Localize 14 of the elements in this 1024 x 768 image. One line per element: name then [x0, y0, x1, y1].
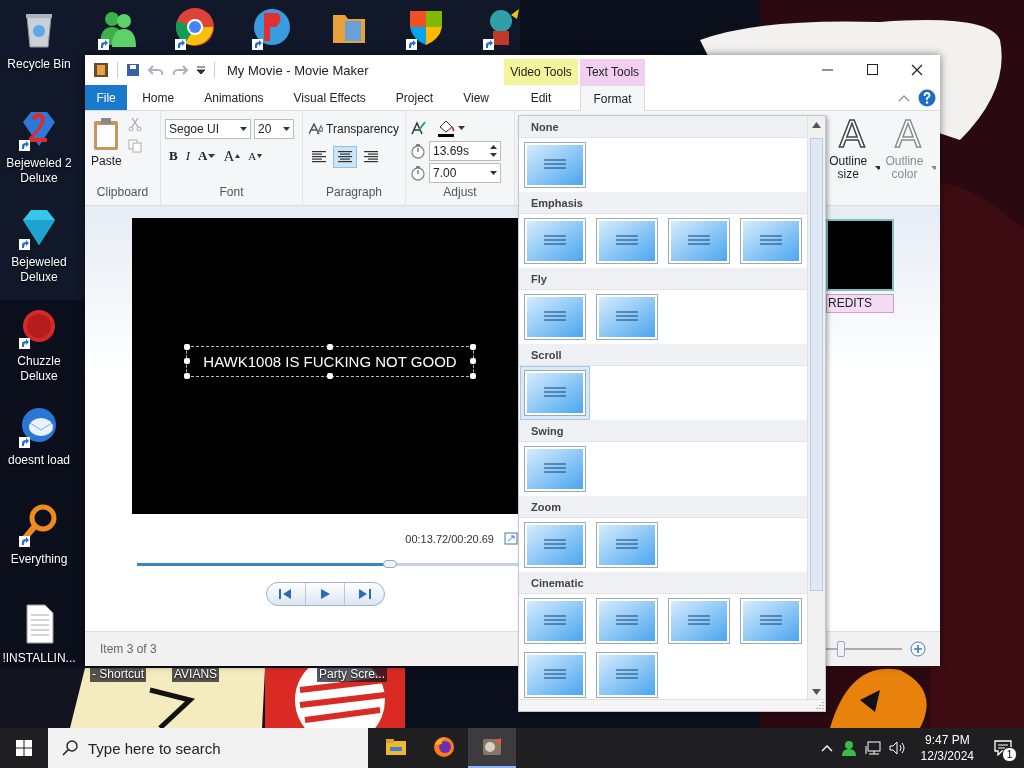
volume-icon[interactable] [888, 740, 907, 756]
browser-icon [432, 735, 456, 759]
notification-count: 1 [1002, 747, 1017, 762]
show-hidden-icons-button[interactable] [820, 744, 833, 752]
notifications-button[interactable]: 1 [988, 733, 1018, 763]
clock-time: 9:47 PM [924, 732, 970, 748]
taskbar-app[interactable] [468, 728, 516, 768]
search-field[interactable]: Type here to search [48, 728, 368, 768]
person-icon[interactable] [840, 740, 857, 756]
clock-date: 12/3/2024 [920, 748, 974, 764]
network-icon[interactable] [864, 740, 881, 756]
search-icon [62, 740, 78, 756]
message-icon [994, 740, 1012, 756]
clock[interactable]: 9:47 PM 12/3/2024 [920, 732, 974, 764]
